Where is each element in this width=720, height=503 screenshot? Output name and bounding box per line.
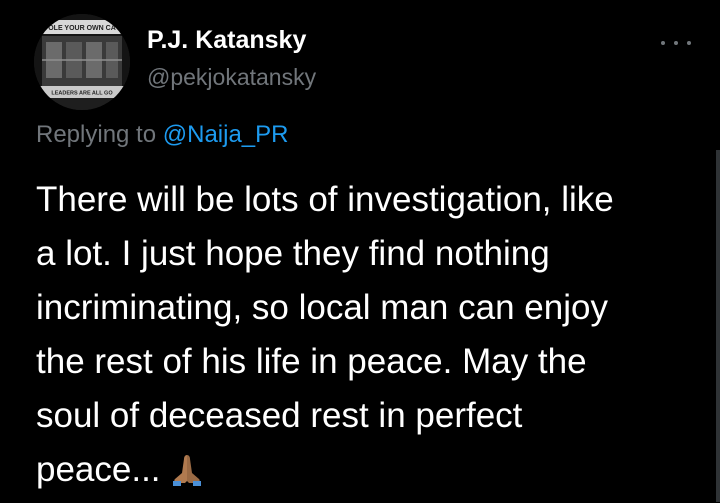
user-handle[interactable]: @pekjokatansky (147, 64, 316, 91)
reply-mention-link[interactable]: @Naija_PR (163, 121, 289, 148)
tweet-text: There will be lots of investigation, lik… (36, 173, 696, 497)
tweet: OLE YOUR OWN CA LEADERS ARE ALL GO P.J. … (0, 0, 720, 502)
tweet-line: peace... (36, 450, 161, 489)
avatar[interactable]: OLE YOUR OWN CA LEADERS ARE ALL GO (34, 14, 130, 110)
tweet-line: There will be lots of investigation, lik… (36, 180, 614, 219)
scrollbar[interactable] (716, 150, 720, 502)
avatar-sign-top: OLE YOUR OWN CA (48, 25, 116, 32)
avatar-sign-bottom: LEADERS ARE ALL GO (51, 91, 113, 97)
tweet-line: a lot. I just hope they find nothing (36, 234, 550, 273)
tweet-line: the rest of his life in peace. May the (36, 342, 587, 381)
replying-to-label: Replying to (36, 121, 157, 148)
display-name[interactable]: P.J. Katansky (147, 26, 306, 55)
more-dot (674, 41, 678, 45)
more-dot (687, 41, 691, 45)
tweet-line: incriminating, so local man can enjoy (36, 288, 608, 327)
avatar-image: OLE YOUR OWN CA LEADERS ARE ALL GO (34, 14, 130, 110)
tweet-line: soul of deceased rest in perfect (36, 396, 523, 435)
tweet-last-line: peace... (36, 443, 696, 497)
more-dot (661, 41, 665, 45)
folded-hands-icon (169, 449, 205, 503)
more-options-icon[interactable] (661, 38, 691, 48)
replying-to: Replying to @Naija_PR (36, 121, 289, 149)
